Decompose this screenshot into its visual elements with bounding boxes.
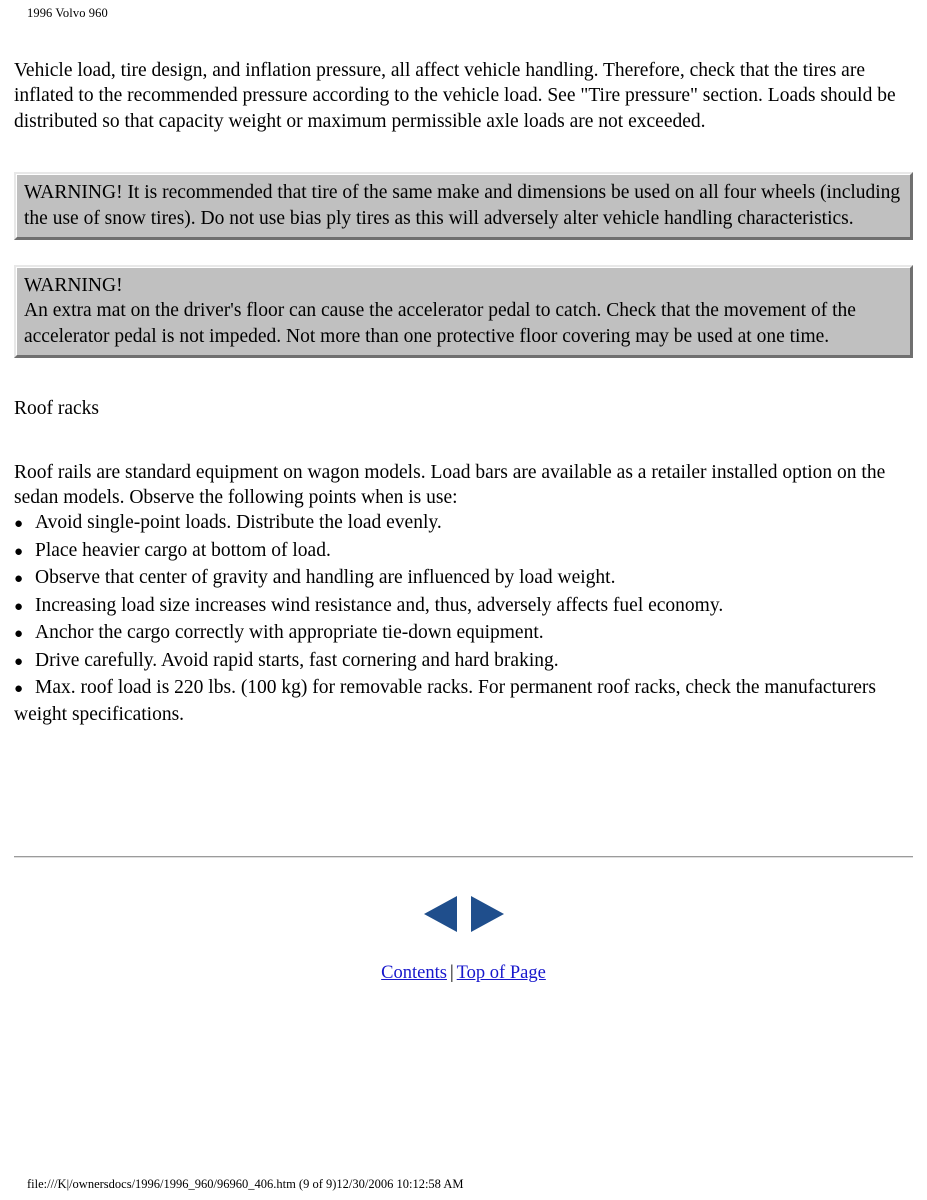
list-item: ● Avoid single-point loads. Distribute th… xyxy=(14,510,913,537)
next-page-arrow-icon[interactable] xyxy=(470,896,504,932)
list-item: ● Drive carefully. Avoid rapid starts, fa… xyxy=(14,648,913,675)
bullet-icon: ● xyxy=(14,653,24,670)
bullet-icon: ● xyxy=(14,626,24,643)
bullet-icon: ● xyxy=(14,680,24,697)
warning-box-floor-mat-title: WARNING! xyxy=(24,275,123,297)
link-separator: | xyxy=(449,963,454,983)
bullet-icon: ● xyxy=(14,516,24,533)
running-header: 1996 Volvo 960 xyxy=(27,6,108,20)
warning-box-floor-mat: WARNING! An extra mat on the driver's fl… xyxy=(14,265,913,359)
roof-racks-bullet-list: ● Avoid single-point loads. Distribute th… xyxy=(14,510,913,727)
warning-box-tires-inner: WARNING! It is recommended that tire of … xyxy=(16,174,911,239)
warning-box-floor-mat-inner: WARNING! An extra mat on the driver's fl… xyxy=(16,267,911,357)
intro-paragraph: Vehicle load, tire design, and inflation… xyxy=(14,60,896,132)
horizontal-divider xyxy=(14,856,913,858)
list-item: ● Anchor the cargo correctly with appropr… xyxy=(14,620,913,647)
bullet-icon: ● xyxy=(14,543,24,560)
contents-link[interactable]: Contents xyxy=(381,963,447,983)
list-item: ● Max. roof load is 220 lbs. (100 kg) for… xyxy=(14,675,913,728)
document-page: 1996 Volvo 960 Vehicle load, tire design… xyxy=(0,0,927,1200)
roof-racks-intro-paragraph: Roof rails are standard equipment on wag… xyxy=(14,461,886,509)
list-item-label: Avoid single-point loads. Distribute the… xyxy=(35,512,442,534)
list-item: ● Increasing load size increases wind res… xyxy=(14,593,913,620)
top-of-page-link[interactable]: Top of Page xyxy=(457,963,546,983)
list-item-label: Increasing load size increases wind resi… xyxy=(35,594,724,616)
list-item: ● Place heavier cargo at bottom of load. xyxy=(14,538,913,565)
list-item-label: Anchor the cargo correctly with appropri… xyxy=(35,622,544,644)
list-item-label: Observe that center of gravity and handl… xyxy=(35,567,616,589)
bullet-icon: ● xyxy=(14,571,24,588)
main-content: Vehicle load, tire design, and inflation… xyxy=(14,58,913,728)
list-item-label: Place heavier cargo at bottom of load. xyxy=(35,539,331,561)
bullet-icon: ● xyxy=(14,598,24,615)
list-item-label: Max. roof load is 220 lbs. (100 kg) for … xyxy=(14,676,876,726)
file-path-footer: file:///K|/ownersdocs/1996/1996_960/9696… xyxy=(27,1177,464,1191)
warning-box-floor-mat-text: An extra mat on the driver's floor can c… xyxy=(24,300,856,347)
page-navigation xyxy=(0,896,927,932)
page-title: Roof racks xyxy=(14,398,100,420)
list-item-label: Drive carefully. Avoid rapid starts, fas… xyxy=(35,649,559,671)
previous-page-arrow-icon[interactable] xyxy=(423,896,457,932)
footer-link-bar: Contents | Top of Page xyxy=(0,961,927,986)
warning-box-tires: WARNING! It is recommended that tire of … xyxy=(14,172,913,241)
list-item: ● Observe that center of gravity and hand… xyxy=(14,565,913,592)
warning-box-tires-text: WARNING! It is recommended that tire of … xyxy=(24,182,901,229)
